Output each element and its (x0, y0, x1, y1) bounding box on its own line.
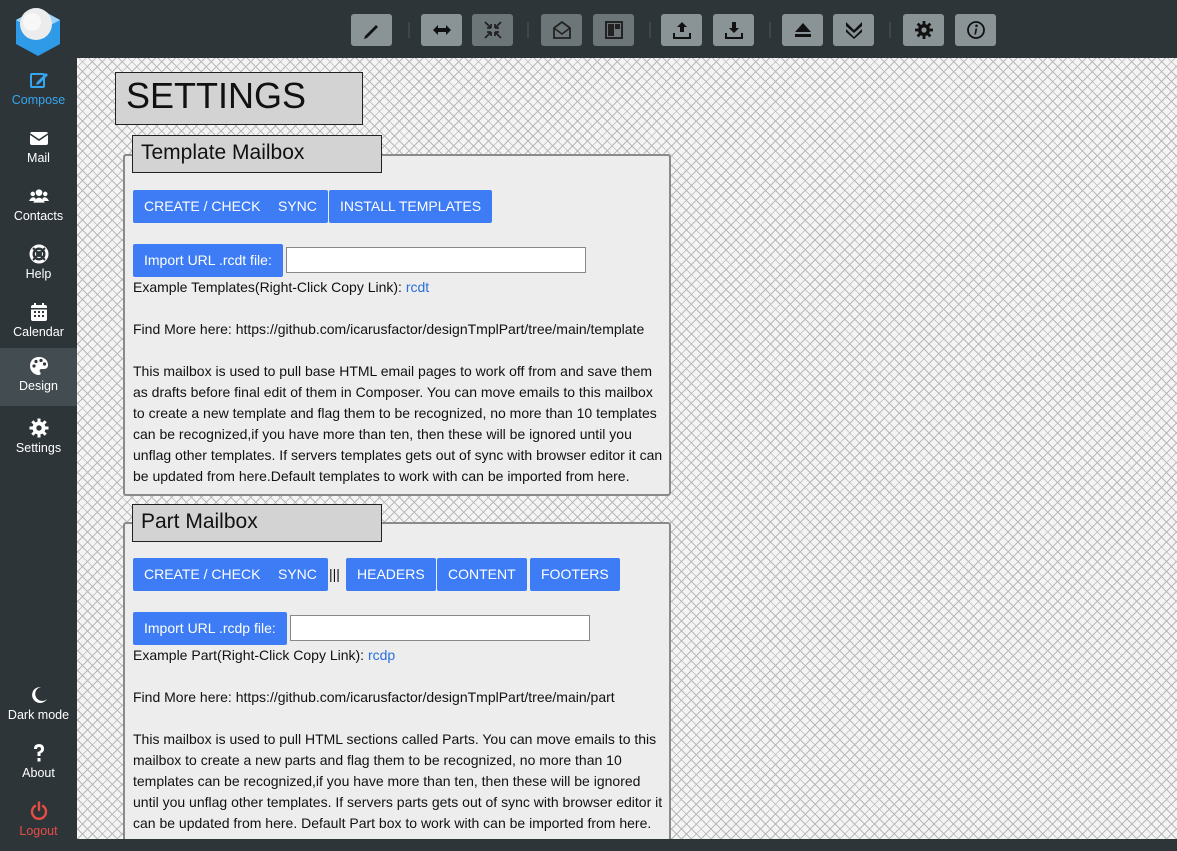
download-icon (724, 22, 743, 39)
toolbar-separator (769, 22, 771, 38)
upload-button[interactable] (661, 14, 702, 46)
mail-open-button[interactable] (541, 14, 582, 46)
import-rcdt-button[interactable]: Import URL .rcdt file: (133, 244, 283, 277)
sidebar-item-label: Calendar (13, 325, 64, 339)
lifebuoy-icon (29, 244, 48, 264)
import-rcdt-url-input[interactable] (286, 247, 586, 273)
dark-mode-toggle[interactable]: Dark mode (0, 677, 77, 735)
gear-icon (914, 21, 933, 39)
part-sync-button[interactable]: SYNC (267, 558, 328, 591)
expand-horizontal-icon (432, 25, 451, 35)
install-templates-button[interactable]: INSTALL TEMPLATES (329, 190, 493, 223)
brush-button[interactable] (351, 14, 392, 46)
sidebar-item-calendar[interactable]: Calendar (0, 294, 77, 352)
page-title: SETTINGS (115, 72, 363, 125)
gear-icon (29, 418, 48, 438)
part-find-more-text: Find More here: https://github.com/icaru… (133, 689, 615, 705)
compress-icon (483, 21, 502, 39)
import-rcdp-button[interactable]: Import URL .rcdp file: (133, 612, 287, 645)
brush-icon (363, 25, 378, 39)
part-description: This mailbox is used to pull HTML sectio… (133, 731, 663, 831)
template-sync-button[interactable]: SYNC (267, 190, 328, 223)
rcdt-link[interactable]: rcdt (406, 279, 429, 295)
template-create-check-button[interactable]: CREATE / CHECK (133, 190, 272, 223)
example-part-text: Example Part(Right-Click Copy Link): (133, 647, 365, 663)
toolbar-separator (408, 22, 410, 38)
part-mailbox-legend: Part Mailbox (132, 504, 382, 542)
sidebar-item-label: Logout (19, 824, 58, 838)
sidebar-item-mail[interactable]: Mail (0, 120, 77, 178)
eject-button[interactable] (782, 14, 823, 46)
sidebar-item-label: Contacts (13, 209, 64, 223)
layout-icon (604, 21, 623, 39)
main-content: SETTINGS CREATE / CHECK SYNC INSTALL TEM… (77, 58, 1177, 839)
logout-button[interactable]: Logout (0, 793, 77, 851)
sidebar-item-about[interactable]: About (0, 735, 77, 793)
template-mailbox-legend: Template Mailbox (132, 135, 382, 173)
settings-button[interactable] (903, 14, 944, 46)
upload-icon (672, 22, 691, 39)
info-button[interactable] (955, 14, 996, 46)
sidebar-item-label: Mail (27, 151, 50, 165)
collapse-down-button[interactable] (833, 14, 874, 46)
sidebar-item-label: About (22, 766, 55, 780)
eject-icon (794, 23, 811, 37)
headers-button[interactable]: HEADERS (346, 558, 436, 591)
palette-icon (29, 357, 48, 375)
example-templates-line: Example Templates(Right-Click Copy Link)… (133, 277, 429, 298)
sidebar-item-label: Compose (11, 93, 66, 107)
example-templates-text: Example Templates(Right-Click Copy Link)… (133, 279, 402, 295)
sidebar-item-design[interactable]: Design (0, 348, 77, 406)
button-separator: ||| (329, 566, 340, 582)
top-toolbar (77, 0, 1177, 58)
app-logo (16, 8, 60, 56)
toolbar-separator (649, 22, 651, 38)
contacts-icon (28, 189, 49, 203)
template-find-more-text: Find More here: https://github.com/icaru… (133, 321, 645, 337)
sidebar: Compose Mail Contacts Help Calendar Desi… (0, 0, 77, 839)
download-button[interactable] (713, 14, 754, 46)
question-icon (33, 744, 44, 762)
sidebar-item-label: Dark mode (7, 708, 70, 722)
info-icon (966, 21, 985, 39)
sidebar-item-label: Settings (15, 441, 62, 455)
toolbar-separator (889, 22, 891, 38)
template-description: This mailbox is used to pull base HTML e… (133, 363, 663, 484)
sidebar-item-label: Design (19, 379, 58, 393)
rcdp-link[interactable]: rcdp (368, 647, 395, 663)
example-part-line: Example Part(Right-Click Copy Link): rcd… (133, 645, 395, 666)
part-create-check-button[interactable]: CREATE / CHECK (133, 558, 272, 591)
footers-button[interactable]: FOOTERS (530, 558, 620, 591)
layout-button[interactable] (593, 14, 634, 46)
sidebar-item-settings[interactable]: Settings (0, 410, 77, 468)
calendar-icon (30, 303, 47, 321)
template-mailbox-panel: CREATE / CHECK SYNC INSTALL TEMPLATES Im… (123, 154, 671, 496)
double-chevron-down-icon (845, 22, 862, 39)
part-mailbox-panel: CREATE / CHECK SYNC ||| HEADERS CONTENT … (123, 522, 671, 839)
compress-button[interactable] (472, 14, 513, 46)
compose-icon (29, 73, 48, 88)
content-button[interactable]: CONTENT (437, 558, 527, 591)
envelope-icon (29, 132, 48, 145)
moon-icon (31, 686, 47, 703)
power-icon (30, 801, 47, 820)
sidebar-item-help[interactable]: Help (0, 236, 77, 294)
import-rcdp-url-input[interactable] (290, 615, 590, 641)
toolbar-separator (527, 22, 529, 38)
expand-horizontal-button[interactable] (421, 14, 462, 46)
sidebar-item-contacts[interactable]: Contacts (0, 178, 77, 236)
sidebar-item-compose[interactable]: Compose (0, 62, 77, 120)
mail-open-icon (552, 20, 571, 39)
sidebar-item-label: Help (25, 267, 52, 281)
